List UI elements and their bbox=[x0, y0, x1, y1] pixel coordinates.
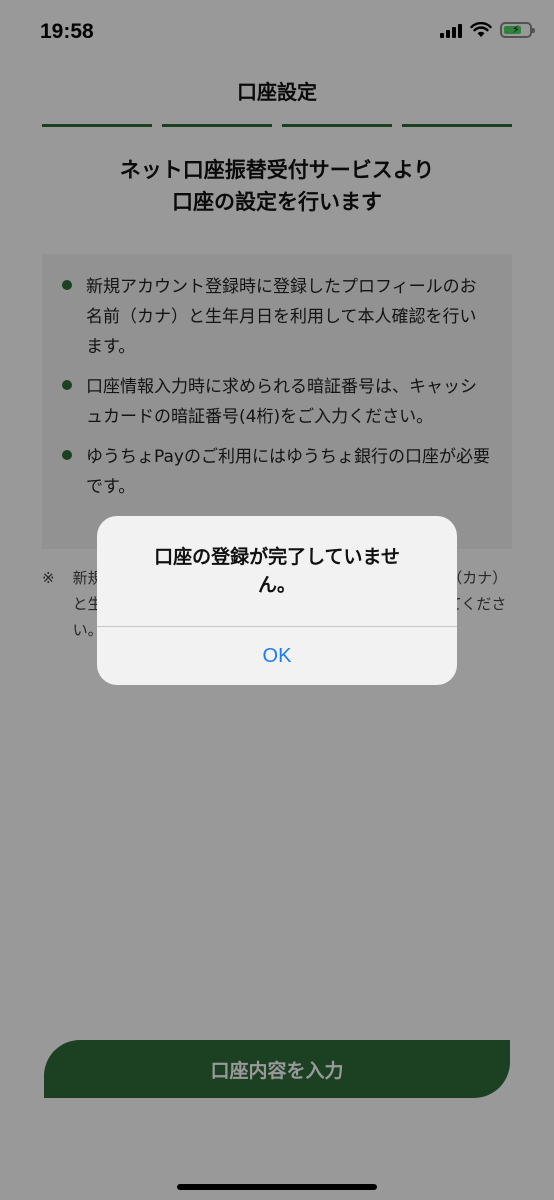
alert-dialog: 口座の登録が完了していません。 OK bbox=[97, 516, 457, 685]
alert-message: 口座の登録が完了していません。 bbox=[154, 546, 400, 596]
home-indicator[interactable] bbox=[177, 1184, 377, 1190]
ok-button[interactable]: OK bbox=[97, 627, 457, 685]
